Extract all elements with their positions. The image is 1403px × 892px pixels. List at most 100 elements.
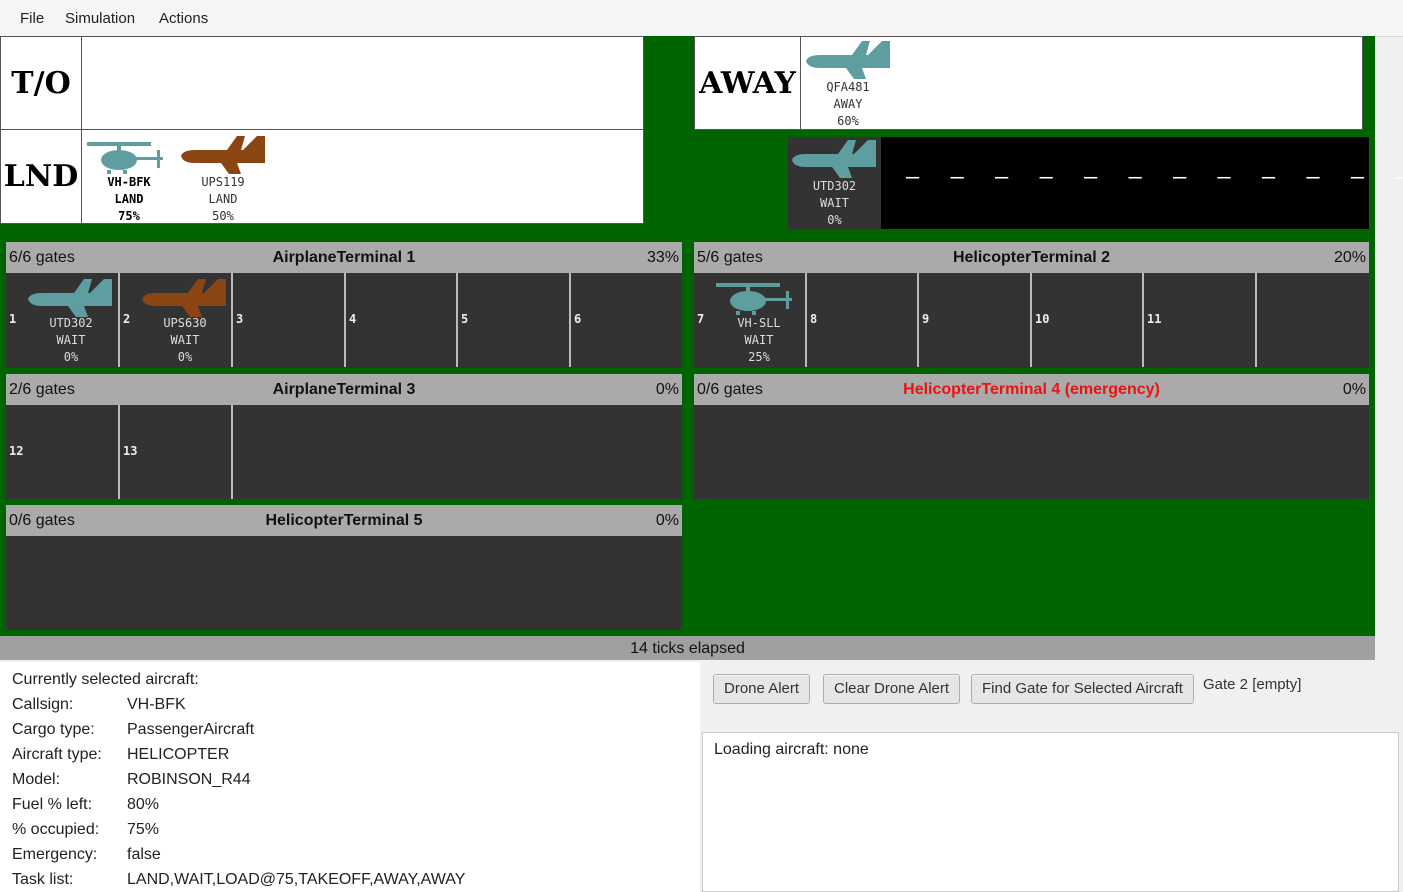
aircraft-label: QFA481 AWAY 60% <box>803 79 893 130</box>
info-row-callsign: Callsign: VH-BFK <box>12 696 186 713</box>
info-row-fuel: Fuel % left: 80% <box>12 796 160 813</box>
task: LAND <box>114 192 144 206</box>
drone-alert-button[interactable]: Drone Alert <box>713 674 811 704</box>
callsign: UPS630 <box>163 316 207 330</box>
gate-9[interactable]: 9 <box>919 273 1032 367</box>
gate-2[interactable]: 2 UPS630 WAIT 0% <box>120 273 233 367</box>
airplane-icon <box>181 136 265 174</box>
callsign: UPS119 <box>201 175 245 189</box>
task: WAIT <box>56 333 86 347</box>
gate-11[interactable]: 11 <box>1144 273 1257 367</box>
terminal-gates-count: 5/6 gates <box>697 248 763 266</box>
terminal-occupancy: 20% <box>1333 248 1366 266</box>
find-gate-button[interactable]: Find Gate for Selected Aircraft <box>971 674 1194 704</box>
gate-number: 10 <box>1035 312 1050 326</box>
clear-drone-alert-button[interactable]: Clear Drone Alert <box>823 674 961 704</box>
terminal-name-emergency: HelicopterTerminal 4 (emergency) <box>903 380 1160 398</box>
airplane-icon <box>142 279 226 317</box>
takeoff-queue-label: T/O <box>1 37 82 129</box>
callsign: QFA481 <box>826 80 870 94</box>
gate-4[interactable]: 4 <box>346 273 458 367</box>
info-row-occupied: % occupied: 75% <box>12 821 160 838</box>
task: WAIT <box>170 333 200 347</box>
task: WAIT <box>744 333 774 347</box>
loading-aircraft-text: Loading aircraft: none <box>714 741 869 758</box>
gate-number: 7 <box>697 312 705 326</box>
terminal-3-gates: 12 13 <box>6 405 682 499</box>
callsign: VH-SLL <box>737 316 781 330</box>
task: AWAY <box>833 97 863 111</box>
percent: 50% <box>212 209 234 223</box>
landing-queue-label: LND <box>1 130 82 223</box>
selected-heading: Currently selected aircraft: <box>12 671 199 688</box>
aircraft-label: VH-BFK LAND 75% <box>84 174 174 225</box>
ticks-status-bar: 14 ticks elapsed <box>0 636 1375 660</box>
gate-number: 9 <box>922 312 930 326</box>
gate-6[interactable]: 6 <box>571 273 682 367</box>
terminal-occupancy: 33% <box>646 248 679 266</box>
gate-10[interactable]: 10 <box>1032 273 1144 367</box>
gate-8[interactable]: 8 <box>807 273 919 367</box>
away-queue: AWAY QFA481 AWAY 60% <box>694 36 1363 130</box>
runway: UTD302 WAIT 0% — — — — — — — — — — — — <box>788 137 1403 229</box>
percent: 0% <box>177 350 193 364</box>
terminal-gates-count: 0/6 gates <box>9 511 75 529</box>
gate-number: 13 <box>123 444 138 458</box>
gate-12[interactable]: 12 <box>6 405 120 499</box>
terminal-name: AirplaneTerminal 3 <box>272 380 416 398</box>
airplane-icon <box>28 279 112 317</box>
menu-bar: File Simulation Actions <box>0 0 1403 37</box>
gate-number: 12 <box>9 444 24 458</box>
terminal-2-header: 5/6 gates HelicopterTerminal 2 20% <box>694 242 1369 273</box>
gate-number: 11 <box>1147 312 1162 326</box>
runway-centerline: — — — — — — — — — — — — <box>906 165 1403 190</box>
terminal-name: HelicopterTerminal 2 <box>952 248 1111 266</box>
menu-file[interactable]: File <box>20 10 44 27</box>
aircraft-qfa481[interactable]: QFA481 AWAY 60% <box>803 39 893 129</box>
aircraft-label: UTD302 WAIT 0% <box>26 315 116 366</box>
gate-number: 3 <box>236 312 244 326</box>
gate-number: 6 <box>574 312 582 326</box>
airplane-icon <box>792 140 876 178</box>
aircraft-ups119[interactable]: UPS119 LAND 50% <box>178 134 268 223</box>
gate-7[interactable]: 7 VH-SLL WAIT 25% <box>694 273 807 367</box>
selected-aircraft-panel: Currently selected aircraft: Callsign: VH… <box>0 662 700 892</box>
menu-simulation[interactable]: Simulation <box>65 10 135 27</box>
percent: 0% <box>827 213 842 227</box>
terminal-occupancy: 0% <box>655 380 679 398</box>
terminal-4-header: 0/6 gates HelicopterTerminal 4 (emergenc… <box>694 374 1369 405</box>
gate-5[interactable]: 5 <box>458 273 571 367</box>
gate-number: 2 <box>123 312 131 326</box>
percent: 0% <box>63 350 79 364</box>
gate-3[interactable]: 3 <box>233 273 346 367</box>
terminal-occupancy: 0% <box>655 511 679 529</box>
terminal-occupancy: 0% <box>1342 380 1366 398</box>
gate-1[interactable]: 1 UTD302 WAIT 0% <box>6 273 120 367</box>
gate-number: 8 <box>810 312 818 326</box>
info-row-emergency: Emergency: false <box>12 846 161 863</box>
menu-actions[interactable]: Actions <box>159 10 208 27</box>
aircraft-label: UTD302 WAIT 0% <box>788 178 881 229</box>
task: LAND <box>208 192 238 206</box>
percent: 60% <box>837 114 859 128</box>
gate-13[interactable]: 13 <box>120 405 233 499</box>
task: WAIT <box>820 196 849 210</box>
callsign: VH-BFK <box>107 175 151 189</box>
gate-number: 5 <box>461 312 469 326</box>
terminal-5-header: 0/6 gates HelicopterTerminal 5 0% <box>6 505 682 536</box>
info-row-task-list: Task list: LAND,WAIT,LOAD@75,TAKEOFF,AWAY… <box>12 871 466 888</box>
terminal-3-header: 2/6 gates AirplaneTerminal 3 0% <box>6 374 682 405</box>
aircraft-utd302-runway[interactable]: UTD302 WAIT 0% <box>788 137 881 229</box>
info-row-model: Model: ROBINSON_R44 <box>12 771 251 788</box>
percent: 25% <box>748 350 770 364</box>
callsign: UTD302 <box>812 179 857 193</box>
helicopter-icon <box>716 283 800 317</box>
gate-number: 1 <box>9 312 17 326</box>
aircraft-vh-bfk[interactable]: VH-BFK LAND 75% <box>84 134 174 225</box>
terminal-name: AirplaneTerminal 1 <box>272 248 416 266</box>
loading-aircraft-panel: Loading aircraft: none <box>702 732 1399 892</box>
terminal-4-gates <box>694 405 1369 499</box>
aircraft-label: VH-SLL WAIT 25% <box>714 315 804 366</box>
takeoff-queue: T/O <box>0 36 644 130</box>
terminal-1-gates: 1 UTD302 WAIT 0% 2 UPS630 WAIT 0% 3 4 5 … <box>6 273 682 368</box>
